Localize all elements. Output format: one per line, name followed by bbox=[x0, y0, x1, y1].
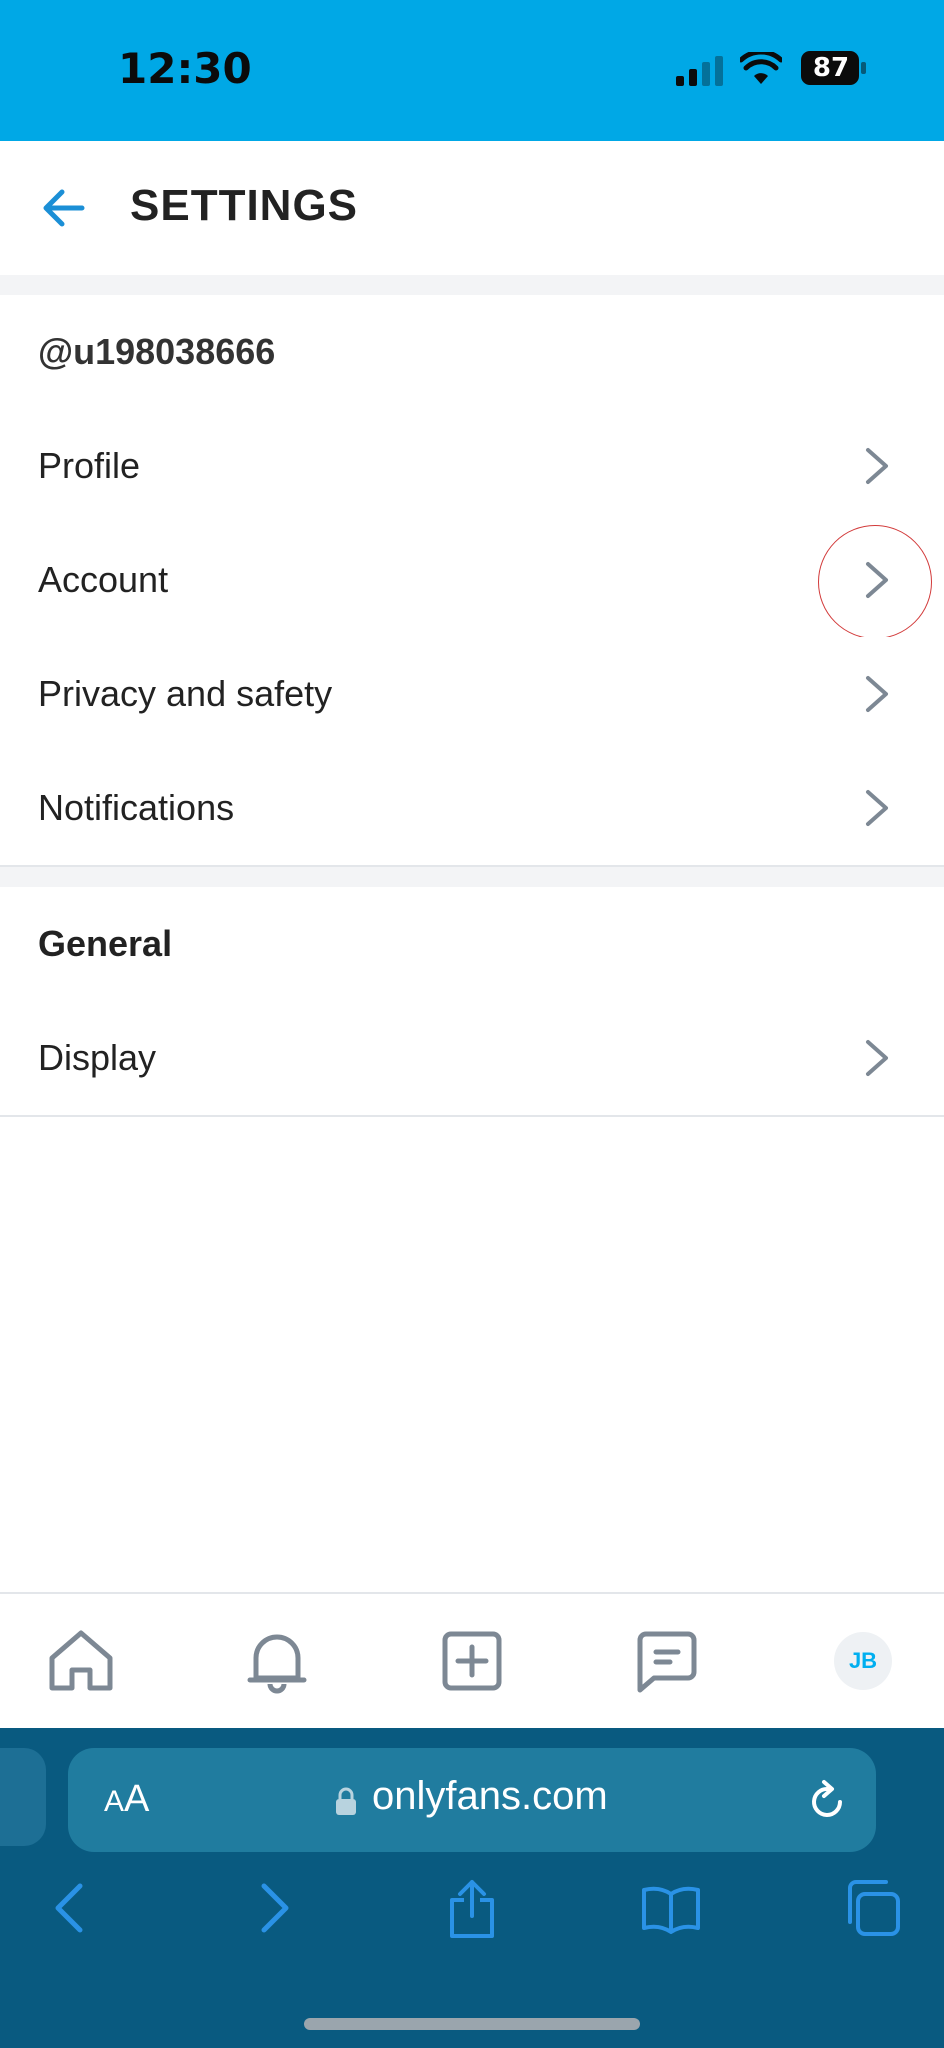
home-icon[interactable] bbox=[46, 1626, 116, 1696]
settings-header: SETTINGS bbox=[0, 141, 944, 277]
previous-tab[interactable] bbox=[0, 1748, 46, 1846]
reader-text-size-button[interactable]: AA bbox=[104, 1778, 149, 1821]
text-size-large-a: A bbox=[124, 1778, 150, 1820]
menu-item-label: Account bbox=[38, 559, 169, 600]
browser-back-icon[interactable] bbox=[50, 1880, 90, 1936]
back-arrow-icon[interactable] bbox=[40, 185, 86, 231]
menu-item-label: Privacy and safety bbox=[38, 673, 333, 714]
menu-item-notifications[interactable]: Notifications bbox=[0, 751, 944, 867]
tabs-icon[interactable] bbox=[842, 1878, 902, 1938]
general-section-header: General bbox=[0, 887, 944, 1003]
status-time: 12:30 bbox=[118, 44, 252, 93]
username: @u198038666 bbox=[38, 331, 276, 372]
cellular-signal-icon bbox=[676, 56, 723, 86]
section-divider bbox=[0, 275, 944, 295]
messages-icon[interactable] bbox=[632, 1626, 702, 1696]
section-divider bbox=[0, 867, 944, 887]
bell-icon[interactable] bbox=[242, 1626, 312, 1696]
bottom-tab-bar: JB bbox=[0, 1592, 944, 1730]
battery-indicator: 87 bbox=[800, 50, 868, 91]
wifi-icon bbox=[740, 52, 782, 84]
add-post-icon[interactable] bbox=[437, 1626, 507, 1696]
reload-icon[interactable] bbox=[808, 1778, 848, 1822]
text-size-small-a: A bbox=[104, 1785, 125, 1818]
share-icon[interactable] bbox=[446, 1878, 498, 1940]
chevron-right-icon bbox=[866, 790, 888, 826]
bookmarks-icon[interactable] bbox=[640, 1884, 702, 1934]
page-title: SETTINGS bbox=[130, 181, 359, 230]
lock-icon bbox=[336, 1787, 356, 1815]
avatar[interactable]: JB bbox=[834, 1632, 892, 1690]
address-bar[interactable]: AA onlyfans.com bbox=[68, 1748, 876, 1852]
status-bar: 12:30 87 bbox=[0, 0, 944, 141]
menu-item-profile[interactable]: Profile bbox=[0, 409, 944, 525]
menu-item-label: Display bbox=[38, 1037, 157, 1078]
menu-item-privacy-and-safety[interactable]: Privacy and safety bbox=[0, 637, 944, 753]
menu-item-label: Notifications bbox=[38, 787, 235, 828]
chevron-right-icon bbox=[866, 448, 888, 484]
browser-forward-icon[interactable] bbox=[254, 1880, 294, 1936]
menu-item-label: Profile bbox=[38, 445, 141, 486]
browser-toolbar: AA onlyfans.com bbox=[0, 1728, 944, 2048]
chevron-right-icon bbox=[866, 676, 888, 712]
battery-level: 87 bbox=[812, 53, 850, 83]
home-indicator bbox=[304, 2018, 640, 2030]
chevron-right-icon bbox=[866, 1040, 888, 1076]
url-text: onlyfans.com bbox=[372, 1774, 608, 1818]
tap-highlight-circle bbox=[818, 525, 932, 639]
username-row: @u198038666 bbox=[0, 295, 944, 411]
menu-item-display[interactable]: Display bbox=[0, 1001, 944, 1117]
section-heading: General bbox=[38, 923, 173, 964]
menu-item-account[interactable]: Account bbox=[0, 523, 944, 639]
